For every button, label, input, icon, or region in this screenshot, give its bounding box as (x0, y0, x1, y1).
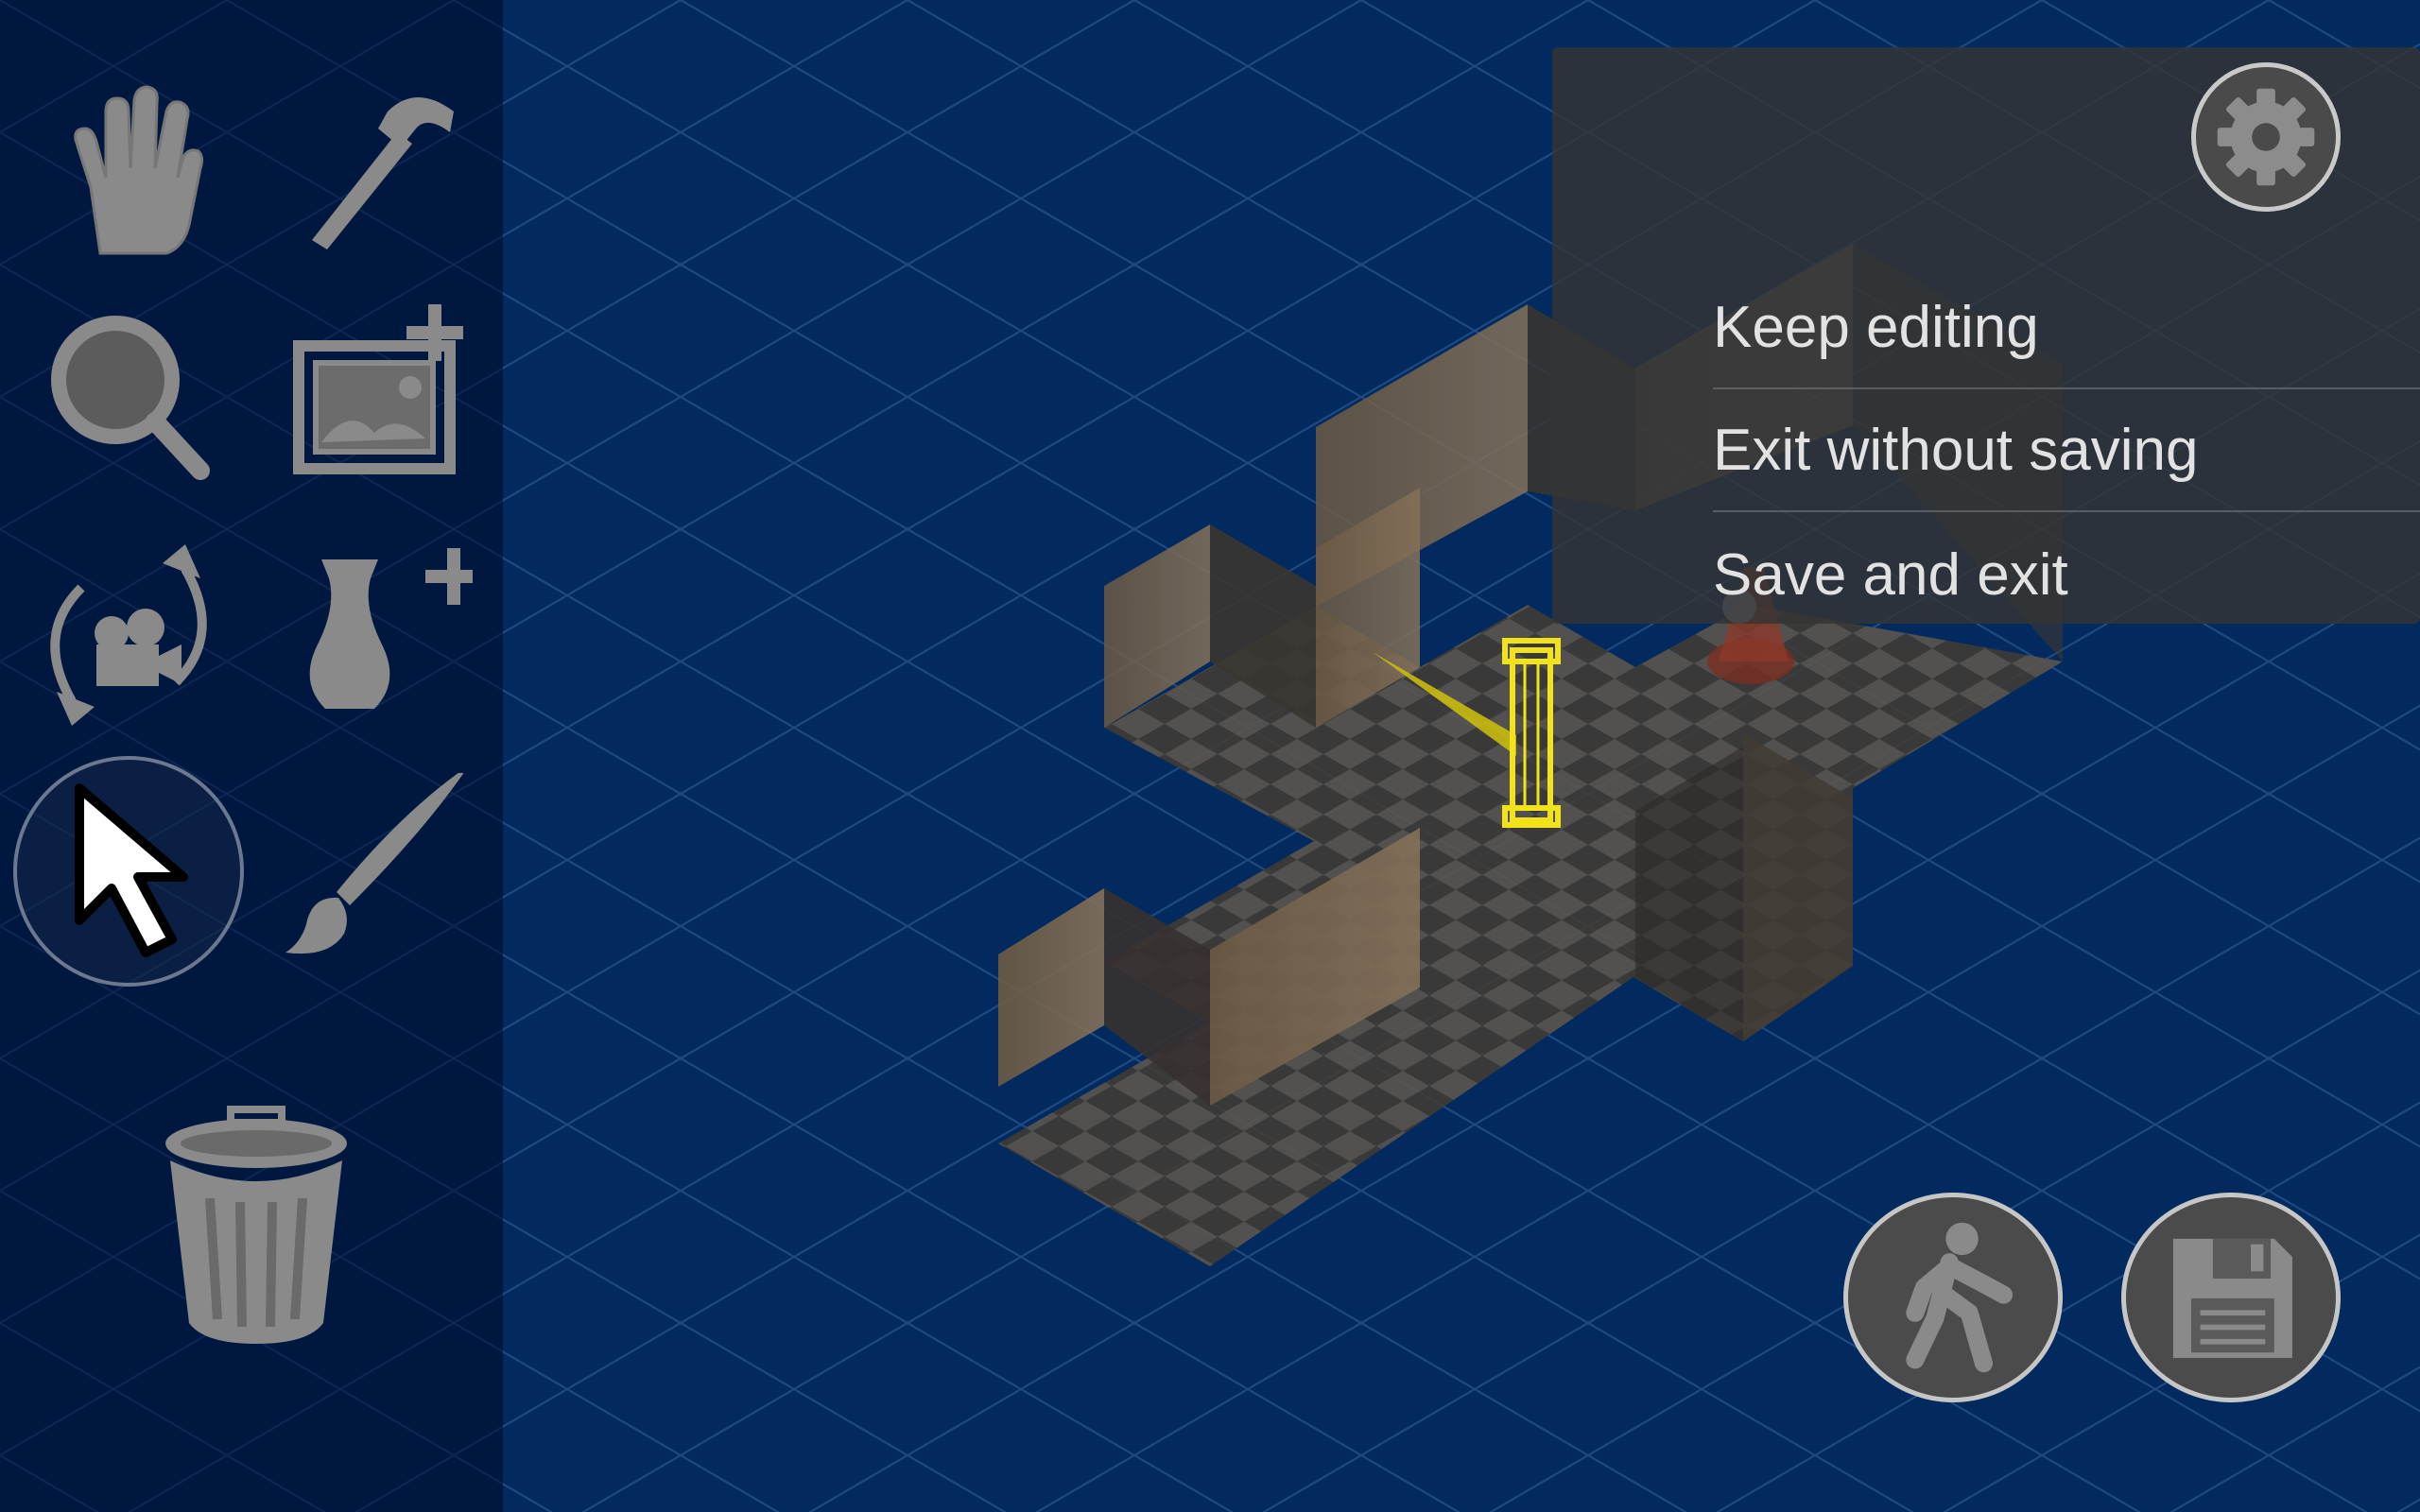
save-and-exit-button[interactable]: Save and exit (1713, 514, 2420, 637)
rotate-camera-icon[interactable] (34, 541, 223, 730)
walk-icon (1906, 1222, 2014, 1373)
magnifier-icon[interactable] (34, 301, 223, 490)
save-button[interactable] (2121, 1193, 2341, 1402)
hammer-icon[interactable] (284, 74, 473, 263)
cursor-icon[interactable] (13, 756, 244, 987)
add-vase-icon[interactable] (284, 541, 473, 730)
floppy-disk-icon (2172, 1238, 2292, 1358)
walk-button[interactable] (1843, 1193, 2063, 1402)
paintbrush-icon[interactable] (284, 773, 473, 962)
gear-icon[interactable] (2191, 62, 2341, 212)
exit-menu: Keep editing Exit without saving Save an… (1552, 47, 2420, 624)
trash-icon[interactable] (157, 1096, 355, 1351)
keep-editing-button[interactable]: Keep editing (1713, 266, 2420, 389)
toolbar (0, 0, 503, 1512)
add-image-icon[interactable] (284, 301, 473, 490)
hand-icon[interactable] (34, 74, 223, 263)
exit-without-saving-button[interactable]: Exit without saving (1713, 389, 2420, 512)
